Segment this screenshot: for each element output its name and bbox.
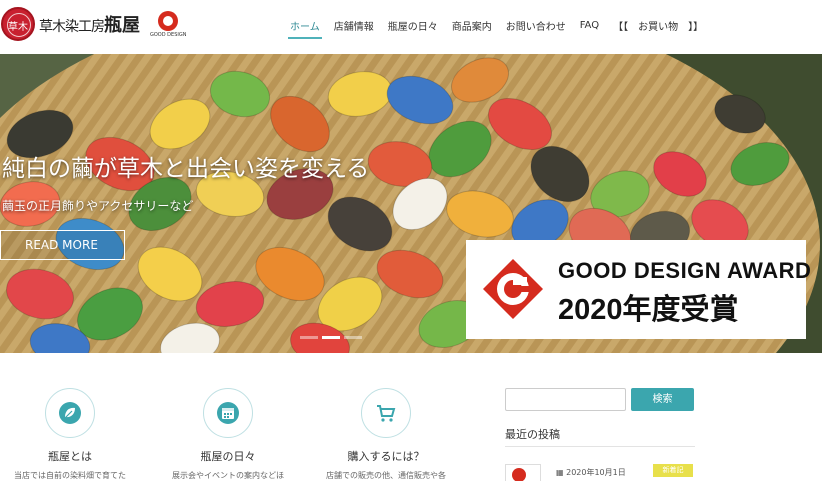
feature-icon-circle (361, 388, 411, 438)
read-more-button[interactable]: READ MORE (0, 230, 125, 260)
search-button[interactable]: 検索 (631, 388, 694, 411)
calendar-icon (217, 402, 239, 424)
feature-icon-circle (203, 388, 253, 438)
good-design-g-icon (158, 10, 179, 31)
good-design-award-banner: GOOD DESIGN AWARD 2020年度受賞 (466, 240, 811, 339)
recent-posts-heading: 最近の投稿 (505, 428, 560, 441)
slider-dots (300, 336, 366, 339)
slider-dot[interactable] (300, 336, 318, 339)
award-year: 2020年度受賞 (558, 294, 739, 326)
seal-logo-text: 草木 (8, 22, 28, 33)
good-design-g-logo-icon (483, 259, 543, 319)
brand-main: 瓶屋 (104, 15, 140, 36)
nav-home[interactable]: ホーム (288, 2, 322, 49)
feature-title: 瓶屋とは (48, 450, 92, 463)
feature-icon-circle (45, 388, 95, 438)
hero-subtitle: 繭玉の正月飾りやアクセサリーなど (2, 199, 194, 213)
nav-faq[interactable]: FAQ (580, 4, 599, 47)
new-post-badge: 新着記 (653, 464, 693, 477)
leaf-icon (59, 402, 81, 424)
hero-title: 純白の繭が草木と出会い姿を変える (2, 156, 370, 182)
cart-icon (377, 405, 396, 422)
feature-title: 瓶屋の日々 (200, 450, 256, 463)
nav-store-info[interactable]: 店舗情報 (334, 2, 374, 49)
feature-text: 当店では自前の染料畑で育てた (14, 471, 126, 480)
search-input[interactable] (505, 388, 626, 411)
nav-contact[interactable]: お問い合わせ (506, 2, 566, 49)
good-design-mark: GOOD DESIGN (150, 10, 187, 38)
seal-logo-icon: 草木 (1, 7, 35, 41)
nav-products[interactable]: 商品案内 (452, 2, 492, 49)
post-thumbnail[interactable] (505, 464, 541, 481)
brand-prefix: 草木染工房 (39, 19, 105, 35)
feature-about[interactable]: 瓶屋とは 当店では自前の染料畑で育てた (10, 388, 130, 481)
post-date-text: 2020年10月1日 (566, 468, 626, 477)
post-date: ▦ 2020年10月1日 (556, 467, 626, 478)
feature-text: 店舗での販売の他、通信販売や各 (326, 471, 446, 480)
main-nav: ホーム 店舗情報 瓶屋の日々 商品案内 お問い合わせ FAQ 【【 お買い物 】… (288, 0, 717, 50)
good-design-thumb-icon (512, 468, 526, 481)
award-title: GOOD DESIGN AWARD (558, 258, 812, 283)
feature-text: 展示会やイベントの案内などほ (172, 471, 284, 480)
nav-shop[interactable]: 【【 お買い物 】】 (613, 2, 703, 49)
brand-name: 草木染工房瓶屋 (39, 11, 140, 37)
calendar-small-icon: ▦ (556, 468, 567, 477)
site-logo[interactable]: 草木 草木染工房瓶屋 GOOD DESIGN (0, 6, 186, 42)
slider-dot[interactable] (344, 336, 362, 339)
slider-dot-active[interactable] (322, 336, 340, 339)
feature-daily[interactable]: 瓶屋の日々 展示会やイベントの案内などほ (168, 388, 288, 481)
divider (505, 446, 695, 447)
feature-title: 購入するには？ (347, 450, 425, 463)
nav-daily[interactable]: 瓶屋の日々 (388, 2, 438, 49)
good-design-mark-label: GOOD DESIGN (150, 31, 187, 38)
feature-purchase[interactable]: 購入するには？ 店舗での販売の他、通信販売や各 (326, 388, 446, 481)
hero-slider[interactable]: 純白の繭が草木と出会い姿を変える 繭玉の正月飾りやアクセサリーなど READ M… (0, 54, 822, 353)
site-header: 草木 草木染工房瓶屋 GOOD DESIGN ホーム 店舗情報 瓶屋の日々 商品… (0, 0, 822, 50)
